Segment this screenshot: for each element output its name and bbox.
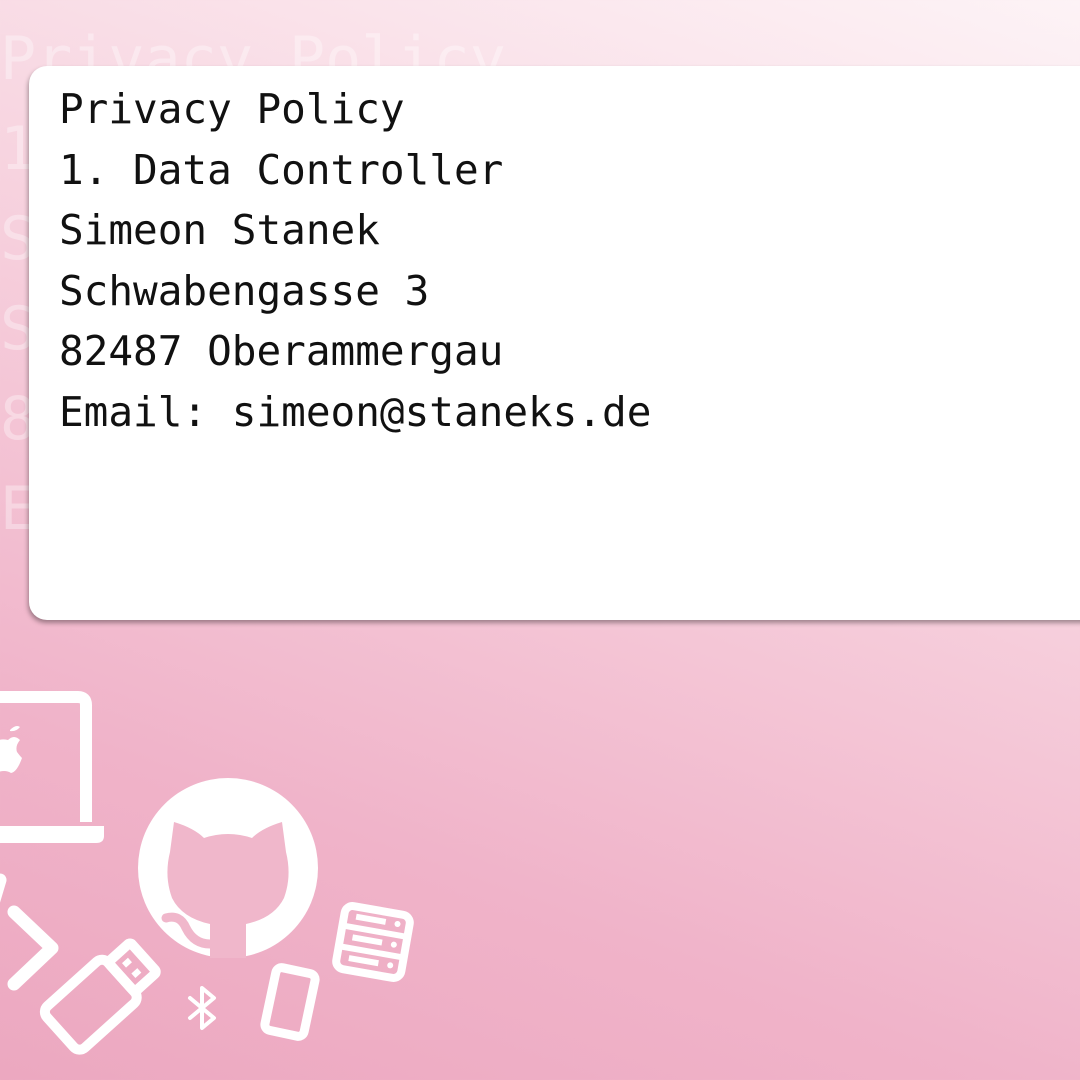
email-line: Email: simeon@staneks.de bbox=[59, 387, 652, 436]
bluetooth-icon bbox=[188, 986, 216, 1030]
controller-name: Simeon Stanek bbox=[59, 206, 380, 254]
code-chevron-icon bbox=[0, 873, 59, 991]
server-icon bbox=[332, 902, 414, 982]
usb-stick-icon bbox=[39, 938, 161, 1055]
street-address: Schwabengasse 3 bbox=[59, 266, 430, 315]
github-octocat-icon bbox=[138, 778, 318, 958]
postal-city: 82487 Oberammergau bbox=[59, 327, 504, 375]
smartphone-icon bbox=[260, 963, 320, 1041]
document-title: Privacy Policy bbox=[59, 85, 405, 133]
laptop-icon bbox=[0, 691, 104, 843]
section-heading: 1. Data Controller bbox=[59, 145, 504, 194]
privacy-policy-card: Privacy Policy 1. Data Controller Simeon… bbox=[29, 66, 1080, 620]
apple-logo-icon bbox=[0, 726, 22, 773]
